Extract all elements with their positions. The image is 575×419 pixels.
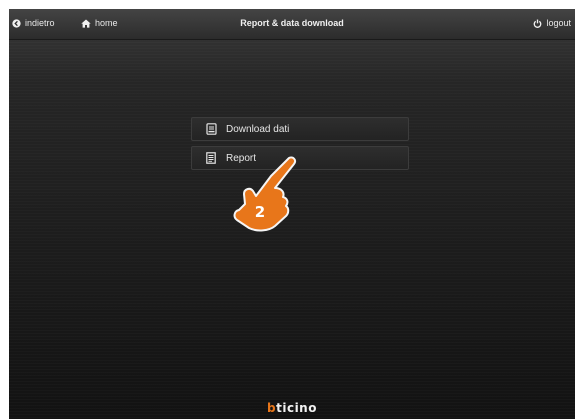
brand-logo-prefix: b	[267, 401, 277, 415]
page-title: Report & data download	[240, 18, 344, 28]
logout-button[interactable]: logout	[533, 18, 571, 28]
download-document-icon	[200, 118, 222, 140]
report-document-icon	[200, 147, 222, 169]
tap-hand-annotation: 2	[233, 156, 297, 232]
brand-logo: bticino	[9, 401, 575, 415]
logout-label: logout	[546, 18, 571, 28]
menu-item-label: Download dati	[226, 123, 290, 135]
top-bar: indietro home Report & data download log…	[9, 9, 575, 40]
menu-item-download-dati[interactable]: Download dati	[191, 117, 409, 141]
power-icon	[534, 19, 542, 28]
app-screen: indietro home Report & data download log…	[9, 9, 575, 419]
step-number: 2	[255, 203, 265, 221]
brand-logo-rest: ticino	[276, 401, 317, 415]
